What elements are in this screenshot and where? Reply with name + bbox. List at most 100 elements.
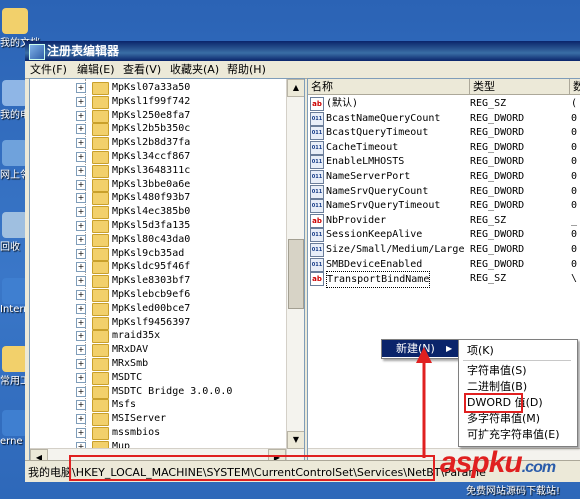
expand-plus-icon[interactable]: + [76, 400, 86, 411]
value-type: REG_DWORD [470, 200, 525, 212]
tree-item-label: MSDTC [112, 371, 143, 383]
value-data: \ [571, 273, 578, 285]
menu-edit[interactable]: 编辑(E) [77, 62, 115, 77]
value-data: 0 [571, 171, 578, 182]
tree-item-label: MSDTC Bridge 3.0.0.0 [112, 385, 233, 397]
menu-separator [463, 360, 571, 361]
expand-plus-icon[interactable]: + [76, 317, 86, 328]
value-row[interactable]: 011 SessionKeepAlive REG_DWORD 0 [308, 227, 580, 243]
tree-item-label: MpKsled00bce7 [112, 302, 191, 314]
desktop-icon-label[interactable]: 回收 [0, 238, 20, 253]
expand-plus-icon[interactable]: + [76, 359, 86, 369]
my-documents-icon[interactable] [2, 8, 28, 34]
value-data: 0 [571, 185, 578, 197]
expand-plus-icon[interactable]: + [76, 303, 86, 314]
folder-icon [92, 220, 109, 233]
folder-icon [92, 289, 109, 302]
expand-plus-icon[interactable]: + [76, 96, 86, 107]
value-row[interactable]: 011 Size/Small/Medium/Large REG_DWORD 0 [308, 242, 580, 257]
expand-plus-icon[interactable]: + [76, 234, 86, 245]
value-row[interactable]: 011 NameServerPort REG_DWORD 0 [308, 169, 580, 184]
tree-item-label: MpKsl80c43da0 [112, 233, 191, 245]
value-name: SMBDeviceEnabled [326, 258, 423, 270]
desktop-icon-label[interactable]: erne [0, 436, 23, 447]
folder-icon [92, 137, 109, 151]
folder-icon [92, 302, 109, 316]
expand-plus-icon[interactable]: + [76, 428, 86, 438]
expand-plus-icon[interactable]: + [76, 248, 86, 259]
dword-value-icon: 011 [310, 184, 324, 199]
folder-icon [92, 371, 109, 385]
value-row[interactable]: 011 NameSrvQueryTimeout REG_DWORD 0 [308, 198, 580, 214]
tree-item-label: MpKsle8303bf7 [112, 275, 191, 287]
tree-item-label: MpKsl1f99f742 [112, 95, 191, 107]
value-row[interactable]: ab NbProvider REG_SZ _ [308, 213, 580, 228]
expand-plus-icon[interactable]: + [76, 124, 86, 135]
folder-icon [92, 413, 109, 427]
tree-vertical-scrollbar[interactable]: ▲ ▼ [286, 79, 304, 465]
expand-plus-icon[interactable]: + [76, 331, 86, 342]
expand-plus-icon[interactable]: + [76, 262, 86, 273]
tree-item-label: MpKsl5d3fa135 [112, 220, 191, 231]
expand-plus-icon[interactable]: + [76, 138, 86, 149]
value-row[interactable]: 011 BcastQueryTimeout REG_DWORD 0 [308, 125, 580, 141]
value-row[interactable]: 011 EnableLMHOSTS REG_DWORD 0 [308, 154, 580, 170]
string-value-icon: ab [310, 97, 324, 111]
path-highlight-box [69, 455, 435, 481]
submenu-key[interactable]: 项(K) [459, 342, 575, 359]
expand-plus-icon[interactable]: + [76, 207, 86, 218]
expand-plus-icon[interactable]: + [76, 179, 86, 190]
dword-value-icon: 011 [310, 228, 324, 243]
expand-plus-icon[interactable]: + [76, 345, 86, 356]
regedit-icon [29, 44, 45, 60]
tree-item-label: MpKslf9456397 [112, 316, 191, 328]
value-row[interactable]: ab TransportBindName REG_SZ \ [308, 271, 580, 289]
value-row[interactable]: 011 BcastNameQueryCount REG_DWORD 0 [308, 111, 580, 126]
expand-plus-icon[interactable]: + [76, 193, 86, 204]
menu-help[interactable]: 帮助(H) [227, 62, 266, 77]
value-data: 0 [571, 127, 578, 139]
title-bar[interactable]: 注册表编辑器 [25, 41, 580, 61]
column-header-name[interactable]: 名称 [308, 79, 470, 95]
value-type: REG_DWORD [470, 112, 525, 124]
submenu-string-value[interactable]: 字符串值(S) [459, 362, 575, 379]
value-data: _ [571, 214, 578, 226]
value-row[interactable]: 011 SMBDeviceEnabled REG_DWORD 0 [308, 257, 580, 272]
value-type: REG_DWORD [470, 258, 525, 270]
expand-plus-icon[interactable]: + [76, 83, 86, 93]
expand-plus-icon[interactable]: + [76, 165, 86, 176]
expand-plus-icon[interactable]: + [76, 221, 86, 231]
window-title: 注册表编辑器 [47, 44, 120, 58]
column-header-type[interactable]: 类型 [470, 79, 570, 95]
menu-favorites[interactable]: 收藏夹(A) [170, 62, 219, 77]
value-type: REG_DWORD [470, 127, 525, 139]
value-name: EnableLMHOSTS [326, 156, 405, 168]
scroll-thumb[interactable] [288, 239, 304, 309]
tree-item-label: MpKsl07a33a50 [112, 82, 191, 93]
folder-icon [92, 427, 109, 440]
expand-plus-icon[interactable]: + [76, 276, 86, 287]
scroll-up-arrow-icon[interactable]: ▲ [287, 79, 304, 97]
folder-icon [92, 358, 109, 371]
dword-value-icon: 011 [310, 111, 324, 126]
value-row[interactable]: 011 NameSrvQueryCount REG_DWORD 0 [308, 184, 580, 199]
tree-item-label: MpKsl34ccf867 [112, 151, 191, 162]
menu-file[interactable]: 文件(F) [30, 62, 67, 77]
value-data: 0 [571, 258, 578, 270]
column-header-data[interactable]: 数 [570, 79, 580, 95]
value-row[interactable]: ab (默认) REG_SZ ( [308, 96, 580, 111]
expand-plus-icon[interactable]: + [76, 152, 86, 162]
expand-plus-icon[interactable]: + [76, 372, 86, 383]
folder-icon [92, 247, 109, 261]
dword-value-icon: 011 [310, 199, 324, 214]
scroll-down-arrow-icon[interactable]: ▼ [287, 431, 304, 449]
menu-view[interactable]: 查看(V) [123, 62, 161, 77]
value-row[interactable]: 011 CacheTimeout REG_DWORD 0 [308, 140, 580, 155]
expand-plus-icon[interactable]: + [76, 414, 86, 425]
expand-plus-icon[interactable]: + [76, 290, 86, 300]
submenu-expandable-string-value[interactable]: 可扩充字符串值(E) [459, 426, 575, 443]
folder-icon [92, 344, 109, 358]
expand-plus-icon[interactable]: + [76, 386, 86, 397]
value-data: 0 [571, 141, 578, 153]
expand-plus-icon[interactable]: + [76, 110, 86, 121]
